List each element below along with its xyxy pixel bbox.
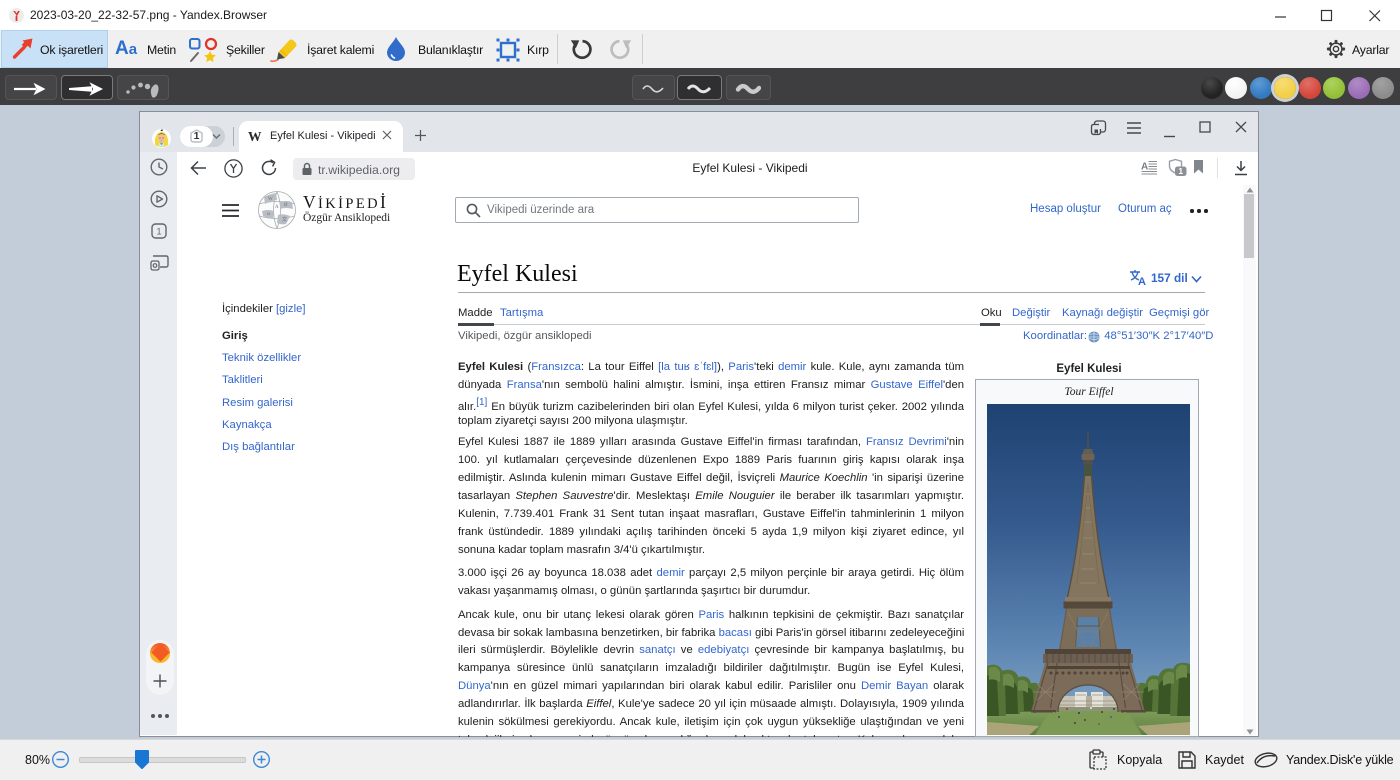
svg-text:1: 1 [1178, 166, 1183, 176]
svg-text:1: 1 [156, 227, 161, 237]
svg-text:A: A [275, 205, 279, 210]
svg-text:W: W [268, 197, 273, 202]
svg-text:文: 文 [282, 216, 287, 223]
svg-text:A: A [1138, 276, 1146, 286]
svg-text:A: A [1141, 162, 1148, 173]
svg-text:И: И [284, 203, 288, 208]
